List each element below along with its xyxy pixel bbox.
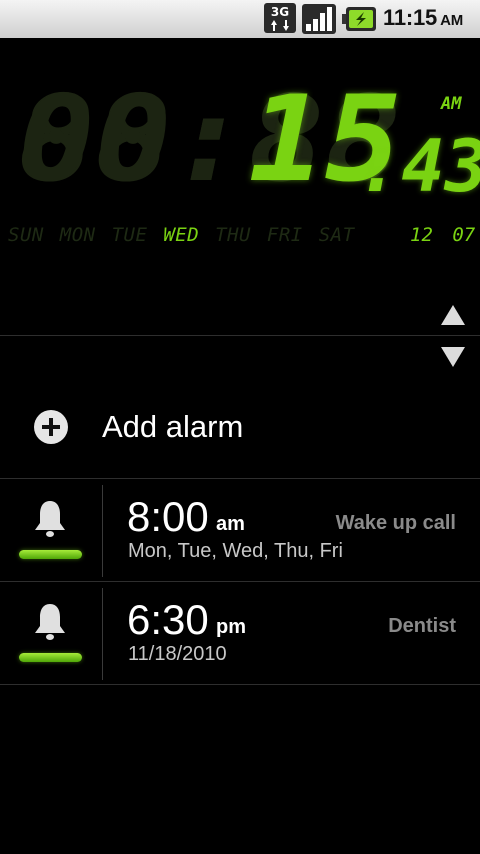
- battery-charging-icon: [342, 7, 376, 31]
- weekday-thu: THU: [215, 224, 251, 246]
- clock-seconds: :43: [358, 130, 480, 202]
- clock-ampm-indicator: AM: [441, 94, 462, 114]
- alarm-label: Wake up call: [335, 512, 456, 534]
- weekday-fri: FRI: [266, 224, 303, 246]
- date-month: 12: [410, 224, 433, 246]
- alarm-toggle[interactable]: [0, 582, 102, 685]
- alarm-time: 8:00: [127, 493, 209, 540]
- vertical-divider: [102, 588, 103, 680]
- weekday-sat: SAT: [318, 224, 355, 246]
- weekday-strip: SUN MON TUE WED THU FRI SAT: [8, 224, 355, 246]
- status-bar: 3G 11:15 AM: [0, 0, 480, 38]
- alarm-repeat-days: Mon, Tue, Wed, Thu, Fri: [128, 540, 343, 562]
- alarm-repeat-date: 11/18/2010: [128, 643, 227, 665]
- clock-time-lit: 00:15: [18, 80, 402, 198]
- weekday-mon: MON: [59, 224, 96, 246]
- vertical-divider: [102, 485, 103, 577]
- date-indicator: 12 07: [410, 224, 475, 246]
- svg-text:3G: 3G: [271, 5, 289, 19]
- alarm-toggle[interactable]: [0, 479, 102, 582]
- add-alarm-button[interactable]: Add alarm: [0, 376, 480, 478]
- 3g-data-icon: 3G: [264, 3, 296, 33]
- seconds-value: 43: [401, 124, 480, 208]
- clock-hours: 00: [18, 70, 172, 208]
- alarm-item[interactable]: 6:30 pm 11/18/2010 Dentist: [0, 582, 480, 685]
- alarm-ampm: pm: [216, 616, 246, 638]
- alarm-ampm: am: [216, 513, 245, 535]
- status-clock: 11:15 AM: [383, 5, 463, 30]
- weekday-tue: TUE: [111, 224, 148, 246]
- weekday-sun: SUN: [8, 224, 44, 246]
- bell-icon: [35, 604, 65, 640]
- alarm-item[interactable]: 8:00 am Mon, Tue, Wed, Thu, Fri Wake up …: [0, 479, 480, 582]
- seconds-separator: :: [358, 124, 402, 208]
- alarm-label: Dentist: [388, 615, 456, 637]
- divider: [0, 335, 480, 336]
- arrow-down-icon[interactable]: [440, 346, 466, 368]
- arrow-up-icon[interactable]: [440, 304, 466, 326]
- clock-colon: :: [171, 70, 249, 208]
- digital-clock: 88:88 00:15 :43 AM SUN MON TUE WED THU F…: [0, 38, 480, 258]
- plus-circle-icon: [34, 410, 68, 444]
- bell-icon: [35, 501, 65, 537]
- add-alarm-label: Add alarm: [102, 409, 244, 444]
- divider: [0, 684, 480, 685]
- date-day: 07: [452, 224, 476, 246]
- weekday-wed: WED: [163, 224, 200, 246]
- alarm-time: 6:30: [127, 596, 209, 643]
- alarm-enabled-indicator: [19, 550, 82, 559]
- alarm-enabled-indicator: [19, 653, 82, 662]
- signal-strength-icon: [302, 4, 336, 34]
- status-ampm: AM: [440, 12, 463, 29]
